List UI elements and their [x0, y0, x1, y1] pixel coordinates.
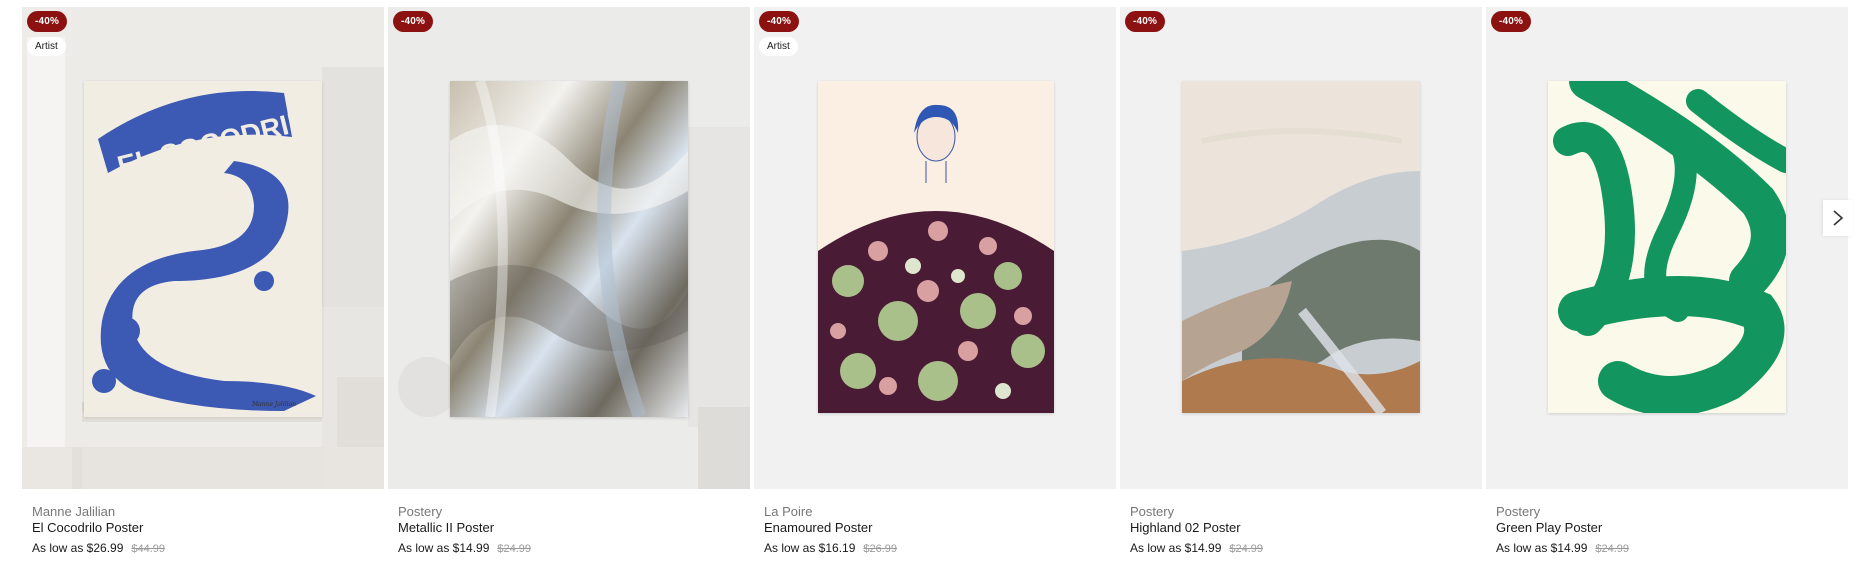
product-card[interactable]: EL COCODRILO Manne Jalilian -40% Artist …: [22, 7, 384, 567]
original-price: $44.99: [131, 543, 166, 555]
product-price: As low as $26.99 $44.99: [32, 541, 165, 555]
product-card[interactable]: -40% Artist La Poire Enamoured Poster As…: [754, 7, 1116, 567]
original-price: $24.99: [1229, 543, 1264, 555]
discount-badge: -40%: [1125, 11, 1166, 32]
poster-artwork: [450, 81, 688, 417]
product-price: As low as $14.99 $24.99: [398, 541, 531, 555]
current-price: As low as $14.99: [1496, 541, 1588, 555]
chevron-right-icon: [1833, 210, 1844, 226]
discount-badge: -40%: [759, 11, 800, 32]
product-card[interactable]: -40% Postery Metallic II Poster As low a…: [388, 7, 750, 567]
poster-artwork: [1548, 81, 1786, 413]
product-brand[interactable]: Manne Jalilian: [32, 504, 115, 519]
artist-badge: Artist: [27, 37, 66, 56]
product-brand[interactable]: Postery: [1496, 504, 1540, 519]
product-title[interactable]: Enamoured Poster: [764, 520, 872, 535]
current-price: As low as $14.99: [398, 541, 490, 555]
product-brand[interactable]: Postery: [398, 504, 442, 519]
product-image[interactable]: -40% Artist: [754, 7, 1116, 489]
product-card[interactable]: -40% Postery Highland 02 Poster As low a…: [1120, 7, 1482, 567]
discount-badge: -40%: [393, 11, 434, 32]
product-image[interactable]: -40%: [1486, 7, 1848, 489]
carousel-next-button[interactable]: [1823, 200, 1853, 236]
current-price: As low as $26.99: [32, 541, 124, 555]
current-price: As low as $14.99: [1130, 541, 1222, 555]
product-image[interactable]: -40%: [388, 7, 750, 489]
product-image[interactable]: EL COCODRILO Manne Jalilian -40% Artist: [22, 7, 384, 489]
product-price: As low as $16.19 $26.99: [764, 541, 897, 555]
discount-badge: -40%: [27, 11, 68, 32]
product-card[interactable]: -40% Postery Green Play Poster As low as…: [1486, 7, 1848, 567]
discount-badge: -40%: [1491, 11, 1532, 32]
product-title[interactable]: El Cocodrilo Poster: [32, 520, 143, 535]
product-title[interactable]: Green Play Poster: [1496, 520, 1602, 535]
product-title[interactable]: Metallic II Poster: [398, 520, 494, 535]
product-title[interactable]: Highland 02 Poster: [1130, 520, 1241, 535]
original-price: $24.99: [497, 543, 532, 555]
poster-artwork: EL COCODRILO Manne Jalilian: [84, 81, 322, 417]
original-price: $26.99: [863, 543, 898, 555]
artist-badge: Artist: [759, 37, 798, 56]
product-brand[interactable]: Postery: [1130, 504, 1174, 519]
poster-artwork: [1182, 81, 1420, 413]
poster-signature: Manne Jalilian: [251, 401, 296, 408]
current-price: As low as $16.19: [764, 541, 856, 555]
product-carousel: EL COCODRILO Manne Jalilian -40% Artist …: [22, 7, 1850, 567]
product-brand[interactable]: La Poire: [764, 504, 812, 519]
product-image[interactable]: -40%: [1120, 7, 1482, 489]
poster-artwork: [818, 81, 1054, 413]
product-price: As low as $14.99 $24.99: [1130, 541, 1263, 555]
original-price: $24.99: [1595, 543, 1630, 555]
product-price: As low as $14.99 $24.99: [1496, 541, 1629, 555]
